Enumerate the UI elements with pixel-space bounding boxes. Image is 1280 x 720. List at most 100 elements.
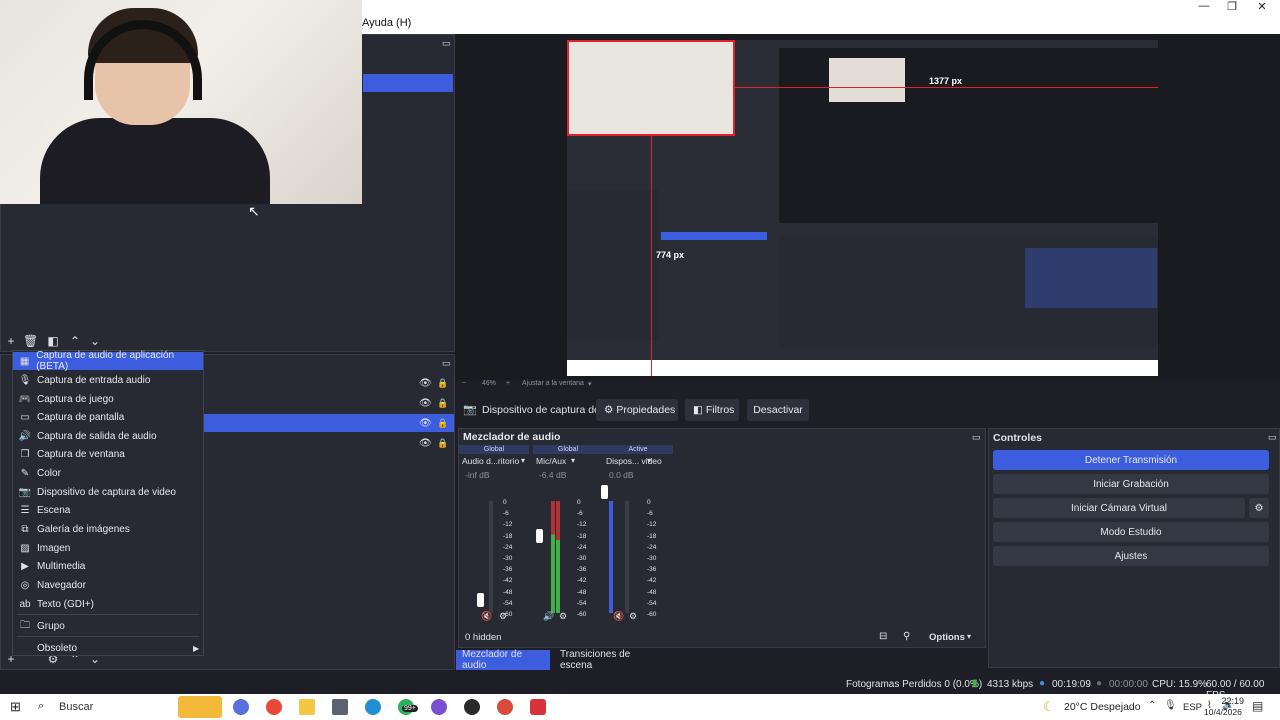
options-button[interactable]: Options xyxy=(929,632,965,643)
weather-icon: ☾ xyxy=(1043,699,1055,714)
volume-slider[interactable] xyxy=(536,529,543,543)
filters-button[interactable]: ◧ Filtros xyxy=(685,399,739,421)
clock-date[interactable]: 10/4/2026 xyxy=(1204,707,1242,717)
scene-selected-row[interactable] xyxy=(363,74,453,92)
scene-filters-icon[interactable]: ◧ xyxy=(46,334,60,348)
weather-text[interactable]: 20°C Despejado xyxy=(1064,701,1141,713)
lock-icon[interactable]: 🔒 xyxy=(437,398,448,409)
chevron-down-icon[interactable]: ▾ xyxy=(521,456,525,465)
channel-name[interactable]: Audio d...ritorio xyxy=(462,456,519,466)
dock-float-icon[interactable]: ▭ xyxy=(442,358,451,369)
properties-button[interactable]: ⚙ Propiedades xyxy=(596,399,678,421)
dock-float-icon[interactable]: ▭ xyxy=(1268,432,1277,443)
menu-item[interactable]: 🔊 Captura de salida de audio xyxy=(13,427,203,445)
eye-icon[interactable]: 👁 xyxy=(419,398,432,409)
menu-item[interactable]: ✎ Color xyxy=(13,464,203,482)
menu-item[interactable]: 🎙 Captura de entrada audio xyxy=(13,371,203,389)
move-up-icon[interactable]: ⌃ xyxy=(68,334,82,348)
menu-item[interactable]: ▦ Captura de audio de aplicación (BETA) xyxy=(13,350,203,372)
studio-mode-button[interactable]: Modo Estudio xyxy=(993,522,1269,542)
preview-canvas[interactable]: 1377 px 774 px xyxy=(567,40,1158,376)
chrome-icon[interactable] xyxy=(266,699,282,715)
settings-button[interactable]: Ajustes xyxy=(993,546,1269,566)
scale-tick-label: -6 xyxy=(577,510,583,518)
chrome-profile-icon[interactable] xyxy=(497,699,513,715)
chevron-down-icon[interactable]: ▾ xyxy=(571,456,575,465)
menu-item[interactable]: ◎ Navegador xyxy=(13,576,203,594)
lock-icon[interactable]: 🔒 xyxy=(437,418,448,429)
language[interactable]: ESP xyxy=(1183,702,1202,713)
tab-scene-transitions[interactable]: Transiciones de escena xyxy=(554,649,658,671)
calculator-icon[interactable] xyxy=(332,699,348,715)
chevron-right-icon: ▶ xyxy=(193,643,200,653)
lock-icon[interactable]: 🔒 xyxy=(437,378,448,389)
remove-scene-icon[interactable]: 🗑 xyxy=(23,334,38,348)
deactivate-button[interactable]: Desactivar xyxy=(747,399,809,421)
menu-help[interactable]: Ayuda (H) xyxy=(362,17,411,29)
menu-item[interactable]: 📷 Dispositivo de captura de video xyxy=(13,483,203,501)
menu-item[interactable]: ab Texto (GDI+) xyxy=(13,595,203,613)
gear-icon[interactable]: ⚙ xyxy=(629,611,637,622)
discord-icon[interactable] xyxy=(431,699,447,715)
menu-item[interactable]: ▨ Imagen xyxy=(13,539,203,557)
play-icon: ▶ xyxy=(21,560,29,572)
muted-speaker-icon[interactable]: 🔇 xyxy=(481,611,492,622)
eye-icon[interactable]: 👁 xyxy=(419,438,432,449)
volume-slider[interactable] xyxy=(477,593,484,607)
chevron-down-icon[interactable]: ▾ xyxy=(967,632,971,641)
chevron-down-icon[interactable]: ▾ xyxy=(647,456,651,465)
virtual-camera-button[interactable]: Iniciar Cámara Virtual xyxy=(993,498,1245,518)
close-icon[interactable]: ✕ xyxy=(1252,0,1272,13)
lock-icon[interactable]: 🔒 xyxy=(437,438,448,449)
stop-stream-button[interactable]: Detener Transmisión xyxy=(993,450,1269,470)
chevron-down-icon[interactable]: ▾ xyxy=(588,380,592,388)
tab-audio-mixer[interactable]: Mezclador de audio xyxy=(456,649,550,671)
menu-item[interactable]: ▭ Captura de pantalla xyxy=(13,408,203,426)
zoom-out-icon[interactable]: − xyxy=(462,380,466,387)
restore-icon[interactable]: ❐ xyxy=(1222,0,1242,13)
menu-item[interactable]: Obsoleto ▶ xyxy=(13,639,203,657)
microphone-icon[interactable]: 🎙 xyxy=(1164,700,1177,711)
tray-chevron-icon[interactable]: ⌃ xyxy=(1148,700,1156,711)
dock-float-icon[interactable]: ▭ xyxy=(442,38,451,49)
virtual-camera-settings-button[interactable]: ⚙ xyxy=(1249,498,1269,518)
dock-float-icon[interactable]: ▭ xyxy=(972,432,981,443)
minimize-icon[interactable]: — xyxy=(1194,0,1214,12)
menu-item[interactable]: ❐ Captura de ventana xyxy=(13,445,203,463)
clock-time[interactable]: 22:19 xyxy=(1214,696,1244,706)
start-recording-button[interactable]: Iniciar Grabación xyxy=(993,474,1269,494)
link-icon[interactable]: ⚲ xyxy=(903,631,910,642)
menu-item[interactable]: 🎮 Captura de juego xyxy=(13,390,203,408)
zoom-in-icon[interactable]: + xyxy=(506,380,510,387)
menu-item[interactable]: ▶ Multimedia xyxy=(13,557,203,575)
volume-meter xyxy=(609,501,613,613)
eye-icon[interactable]: 👁 xyxy=(419,418,432,429)
volume-slider[interactable] xyxy=(601,485,608,499)
edge-icon[interactable] xyxy=(365,699,381,715)
channel-name[interactable]: Mic/Aux xyxy=(536,456,566,466)
file-explorer-icon[interactable] xyxy=(299,699,315,715)
eye-icon[interactable]: 👁 xyxy=(419,378,432,389)
copilot-icon[interactable] xyxy=(233,699,249,715)
move-down-icon[interactable]: ⌄ xyxy=(88,334,102,348)
menu-item[interactable]: ⧉ Galería de imágenes xyxy=(13,520,203,538)
obs-icon[interactable] xyxy=(464,699,480,715)
layout-icon[interactable]: ⊟ xyxy=(879,631,887,642)
preview-webcam-source[interactable] xyxy=(567,40,735,136)
search-icon[interactable]: ⌕ xyxy=(38,700,44,713)
source-selected-row[interactable] xyxy=(201,414,454,432)
app-icon[interactable] xyxy=(530,699,546,715)
channel-name[interactable]: Dispos... video xyxy=(606,456,662,466)
muted-speaker-icon[interactable]: 🔇 xyxy=(613,611,624,622)
speaker-icon[interactable]: 🔊 xyxy=(543,611,554,622)
menu-item[interactable]: 🗀 Grupo xyxy=(13,617,203,635)
taskbar-search[interactable]: Buscar xyxy=(59,701,93,713)
image-icon: ▨ xyxy=(20,542,30,554)
globe-icon: ◎ xyxy=(20,579,30,591)
add-scene-icon[interactable]: + xyxy=(4,334,18,348)
windows-start-icon[interactable]: ⊞ xyxy=(10,699,21,715)
fit-window-button[interactable]: Ajustar a la ventana xyxy=(522,380,584,387)
gear-icon[interactable]: ⚙ xyxy=(559,611,567,622)
menu-item[interactable]: ☰ Escena xyxy=(13,501,203,519)
notifications-icon[interactable]: ▤ xyxy=(1252,699,1263,713)
